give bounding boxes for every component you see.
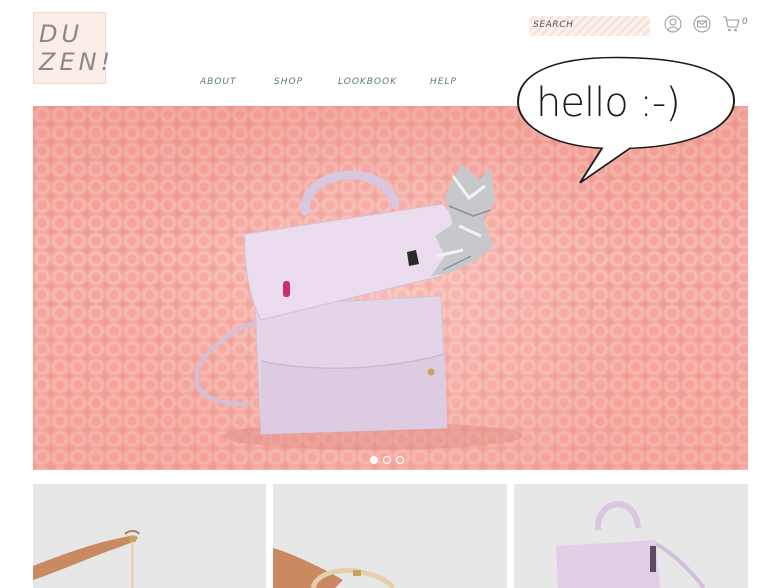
product-image-2 [273,548,396,588]
nav-lookbook[interactable]: LOOKBOOK [338,76,397,85]
product-tile-1[interactable] [33,484,266,588]
cart-icon[interactable] [722,15,740,33]
product-tile-2[interactable] [273,484,507,588]
search-label: SEARCH [533,20,574,30]
slide-dot-2[interactable] [383,456,391,464]
slide-dot-3[interactable] [396,456,404,464]
speech-bubble-text: hello :-) [536,80,681,126]
search-input[interactable]: SEARCH [529,16,650,36]
product-tile-3[interactable] [514,484,748,588]
speech-bubble [516,56,736,184]
envelope-icon[interactable] [693,15,711,33]
user-icon[interactable] [664,15,682,33]
site-logo[interactable]: DU ZEN! [33,12,115,84]
nav-shop[interactable]: SHOP [274,76,303,85]
cart-count: 0 [742,17,748,27]
logo-line-1: DU [39,20,84,48]
nav-about[interactable]: ABOUT [200,76,237,85]
slide-dot-1[interactable] [370,456,378,464]
product-image-3 [556,501,706,588]
nav-help[interactable]: HELP [430,76,457,85]
logo-line-2: ZEN! [39,48,115,76]
product-image-1 [33,530,140,588]
